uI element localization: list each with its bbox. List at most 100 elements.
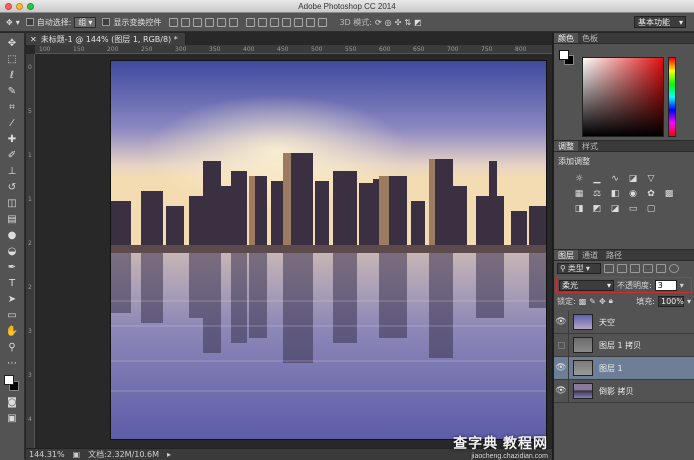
document-tab[interactable]: ✕ 未标题-1 @ 144% (图层 1, RGB/8) * xyxy=(26,33,186,45)
workspace-select[interactable]: 基本功能 ▾ xyxy=(634,16,686,28)
type-tool-icon[interactable]: T xyxy=(5,277,20,290)
distribute-hcenter-icon[interactable] xyxy=(294,17,304,27)
exposure-icon[interactable]: ◪ xyxy=(627,173,639,184)
color-balance-icon[interactable]: ⚖ xyxy=(591,188,603,199)
document-size[interactable]: 文档:2.32M/10.6M xyxy=(88,449,159,460)
3d-slide-icon[interactable]: ⇅ xyxy=(404,18,411,27)
quick-mask-icon[interactable]: ◙ xyxy=(5,396,20,409)
move-tool-icon[interactable]: ✥ xyxy=(5,37,20,50)
move-tool-preset[interactable]: ✥ ▾ xyxy=(6,18,20,27)
hand-tool-icon[interactable]: ✋ xyxy=(5,325,20,338)
opacity-input[interactable]: 3 xyxy=(654,279,677,291)
lock-brush-icon[interactable]: ✎ xyxy=(589,297,596,306)
chevron-right-icon[interactable]: ▸ xyxy=(167,450,171,459)
distribute-left-icon[interactable] xyxy=(282,17,292,27)
layer-row-selected[interactable]: 👁︎ 图层 1 xyxy=(554,356,694,380)
lasso-tool-icon[interactable]: ℓ xyxy=(5,69,20,82)
color-lookup-icon[interactable]: ▩ xyxy=(663,188,675,199)
eye-icon[interactable]: 👁︎ xyxy=(554,310,569,334)
foreground-color-swatch[interactable] xyxy=(4,375,14,385)
rectangle-tool-icon[interactable]: ▭ xyxy=(5,309,20,322)
brush-tool-icon[interactable]: ✐ xyxy=(5,149,20,162)
align-vcenter-icon[interactable] xyxy=(181,17,191,27)
image-canvas[interactable] xyxy=(110,60,547,440)
gradient-tool-icon[interactable]: ▤ xyxy=(5,213,20,226)
hue-saturation-icon[interactable]: ▦ xyxy=(573,188,585,199)
tab-styles[interactable]: 样式 xyxy=(578,141,602,151)
align-top-icon[interactable] xyxy=(169,17,179,27)
tab-adjustments[interactable]: 调整 xyxy=(554,141,578,151)
color-picker-field[interactable] xyxy=(582,57,664,137)
3d-roll-icon[interactable]: ◎ xyxy=(385,18,392,27)
tab-color[interactable]: 颜色 xyxy=(554,33,578,43)
zoom-tool-icon[interactable]: ⚲ xyxy=(5,341,20,354)
curves-icon[interactable]: ∿ xyxy=(609,173,621,184)
black-white-icon[interactable]: ◧ xyxy=(609,188,621,199)
filter-toggle-icon[interactable] xyxy=(669,263,679,273)
dodge-tool-icon[interactable]: ◒ xyxy=(5,245,20,258)
selective-color-icon[interactable]: ▢ xyxy=(645,203,657,214)
vibrance-icon[interactable]: ▽ xyxy=(645,173,657,184)
auto-select-dropdown[interactable]: 组 ▾ xyxy=(74,16,97,28)
kind-filter-select[interactable]: ⚲ 类型 ▾ xyxy=(557,262,601,274)
foreground-color-swatch[interactable] xyxy=(559,50,569,60)
align-hcenter-icon[interactable] xyxy=(217,17,227,27)
layer-row[interactable]: 图层 1 拷贝 xyxy=(554,333,694,357)
distribute-bottom-icon[interactable] xyxy=(270,17,280,27)
eye-icon[interactable]: 👁︎ xyxy=(554,356,569,380)
distribute-right-icon[interactable] xyxy=(306,17,316,27)
tab-channels[interactable]: 通道 xyxy=(578,250,602,260)
3d-rotate-icon[interactable]: ⟳ xyxy=(375,18,382,27)
crop-tool-icon[interactable]: ⌗ xyxy=(5,101,20,114)
chevron-down-icon[interactable]: ▾ xyxy=(687,297,691,306)
show-transform-option[interactable]: 显示变换控件 xyxy=(102,17,161,28)
channel-mixer-icon[interactable]: ✿ xyxy=(645,188,657,199)
color-swatches[interactable] xyxy=(2,375,22,393)
auto-align-icon[interactable] xyxy=(318,17,328,27)
pen-tool-icon[interactable]: ✒ xyxy=(5,261,20,274)
close-icon[interactable]: ✕ xyxy=(30,35,37,44)
auto-select-checkbox[interactable] xyxy=(25,18,34,26)
filter-shape-icon[interactable] xyxy=(643,263,653,273)
eraser-tool-icon[interactable]: ◫ xyxy=(5,197,20,210)
align-bottom-icon[interactable] xyxy=(193,17,203,27)
filter-adjustment-icon[interactable] xyxy=(617,263,627,273)
quick-select-tool-icon[interactable]: ✎ xyxy=(5,85,20,98)
visibility-off-icon[interactable] xyxy=(554,333,569,357)
more-tools-icon[interactable]: ⋯ xyxy=(5,357,20,370)
brightness-icon[interactable]: ☼ xyxy=(573,173,585,184)
screen-mode-icon[interactable]: ▣ xyxy=(5,412,20,425)
healing-brush-tool-icon[interactable]: ✚ xyxy=(5,133,20,146)
3d-pan-icon[interactable]: ✣ xyxy=(395,18,402,27)
lock-all-icon[interactable]: 🔒︎ xyxy=(609,296,613,306)
clone-stamp-tool-icon[interactable]: ⊥ xyxy=(5,165,20,178)
3d-scale-icon[interactable]: ◩ xyxy=(414,18,422,27)
path-select-tool-icon[interactable]: ➤ xyxy=(5,293,20,306)
tab-swatches[interactable]: 色板 xyxy=(578,33,602,43)
align-left-icon[interactable] xyxy=(205,17,215,27)
layer-row[interactable]: 👁︎ 倒影 拷贝 xyxy=(554,379,694,403)
tab-paths[interactable]: 路径 xyxy=(602,250,626,260)
marquee-tool-icon[interactable]: ⬚ xyxy=(5,53,20,66)
distribute-vcenter-icon[interactable] xyxy=(258,17,268,27)
filter-type-icon[interactable] xyxy=(630,263,640,273)
fill-input[interactable]: 100% xyxy=(657,295,684,307)
auto-select-option[interactable]: 自动选择: 组 ▾ xyxy=(25,16,97,28)
distribute-top-icon[interactable] xyxy=(246,17,256,27)
blend-mode-select[interactable]: 柔光 ▾ xyxy=(559,279,614,291)
blur-tool-icon[interactable]: ● xyxy=(5,229,20,242)
eyedropper-tool-icon[interactable]: ⁄ xyxy=(5,117,20,130)
eye-icon[interactable]: 👁︎ xyxy=(554,379,569,403)
zoom-level[interactable]: 144.31% xyxy=(29,450,65,459)
tab-layers[interactable]: 图层 xyxy=(554,250,578,260)
chevron-down-icon[interactable]: ▾ xyxy=(680,281,684,290)
history-brush-tool-icon[interactable]: ↺ xyxy=(5,181,20,194)
photo-filter-icon[interactable]: ◉ xyxy=(627,188,639,199)
lock-move-icon[interactable]: ✥ xyxy=(599,297,606,306)
filter-smart-icon[interactable] xyxy=(656,263,666,273)
filter-pixel-icon[interactable] xyxy=(604,263,614,273)
levels-icon[interactable]: ▁ xyxy=(591,173,603,184)
hue-slider[interactable] xyxy=(668,57,676,137)
status-menu-icon[interactable]: ▣ xyxy=(73,450,81,459)
show-transform-checkbox[interactable] xyxy=(102,18,111,26)
